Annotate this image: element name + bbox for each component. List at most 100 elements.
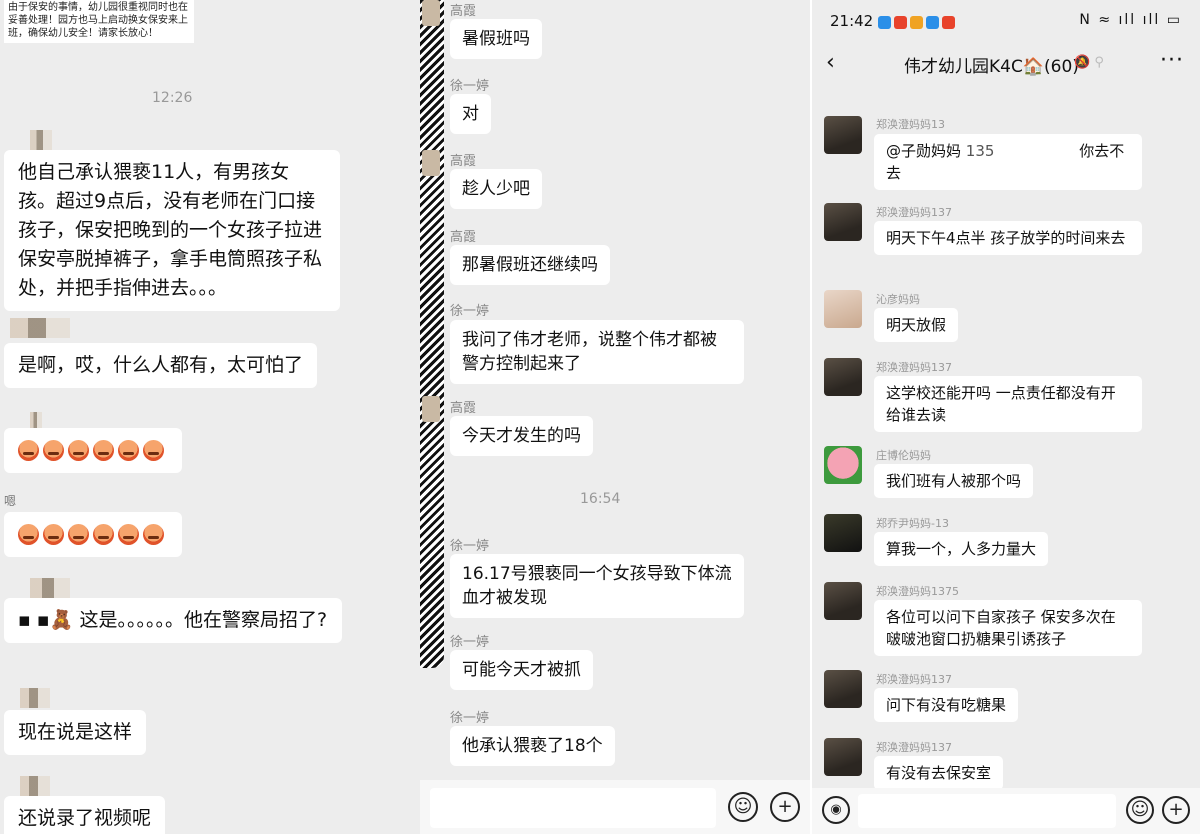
mention[interactable]: @子勋妈妈 — [886, 142, 961, 160]
angry-emoji-icon — [68, 440, 89, 461]
message-bubble[interactable]: 明天下午4点半 孩子放学的时间来去 — [874, 221, 1142, 255]
sender-name: 庄博伦妈妈 — [876, 449, 931, 462]
angry-emoji-icon — [93, 524, 114, 545]
sender-label: 嗯 — [4, 494, 17, 508]
notice-message: 由于保安的事情，幼儿园很重视同时也在妥善处理！园方也马上启动换女保安来上班，确保… — [4, 0, 194, 43]
message-bubble[interactable]: 这学校还能开吗 一点责任都没有开给谁去读 — [874, 376, 1142, 432]
avatar — [20, 776, 50, 796]
mute-icon: 🔕 ⚲ — [1074, 55, 1104, 70]
app-notification-icon — [878, 16, 891, 29]
message-bubble[interactable]: 我问了伟才老师，说整个伟才都被警方控制起来了 — [450, 320, 744, 384]
sender-name: 郑涣澄妈妈137 — [876, 361, 952, 374]
avatar — [824, 738, 862, 776]
message-bubble[interactable]: 问下有没有吃糖果 — [874, 688, 1019, 722]
message-input[interactable] — [430, 788, 716, 828]
status-icons: N ≈ ıll ıll ▭ — [1079, 12, 1182, 28]
avatar — [824, 203, 862, 241]
avatar — [824, 582, 862, 620]
voice-icon[interactable]: ◉ — [822, 796, 850, 824]
emoji-message[interactable] — [4, 428, 182, 473]
timestamp: 16:54 — [580, 491, 621, 507]
more-icon[interactable]: ··· — [1160, 48, 1184, 73]
message-bubble[interactable]: 可能今天才被抓 — [450, 650, 593, 690]
message-bubble[interactable]: 有没有去保安室 — [874, 756, 1004, 790]
chat-panel-left: 由于保安的事情，幼儿园很重视同时也在妥善处理！园方也马上启动换女保安来上班，确保… — [0, 0, 420, 834]
angry-emoji-icon — [43, 524, 64, 545]
avatar — [422, 150, 440, 176]
app-notification-icon — [942, 16, 955, 29]
message-bubble[interactable]: 16.17号猥亵同一个女孩导致下体流血才被发现 — [450, 554, 744, 618]
sender-name: 高霞 — [450, 154, 477, 169]
avatar — [824, 446, 862, 484]
angry-emoji-icon — [18, 524, 39, 545]
sender-name: 徐一婷 — [450, 635, 490, 650]
message-bubble[interactable]: 对 — [450, 94, 491, 134]
notification-icons — [878, 14, 958, 33]
sender-name: 郑涣澄妈妈13 — [876, 118, 945, 131]
add-button[interactable]: + — [1162, 796, 1190, 824]
avatar — [30, 578, 70, 598]
avatar — [824, 116, 862, 154]
torn-edge-decoration — [420, 0, 444, 668]
chat-title: 伟才幼儿园K4C🏠(60) — [904, 57, 1079, 77]
message-bubble[interactable]: 他自己承认猥亵11人，有男孩女孩。超过9点后，没有老师在门口接孩子，保安把晚到的… — [4, 150, 340, 311]
chat-panel-right: 21:42 N ≈ ıll ıll ▭ ‹ 伟才幼儿园K4C🏠(60) 🔕 ⚲ … — [812, 0, 1200, 834]
phone-number: 135 — [965, 142, 995, 160]
message-bubble[interactable]: 算我一个，人多力量大 — [874, 532, 1049, 566]
sender-name: 郑乔尹妈妈-13 — [876, 517, 949, 530]
sender-name: 郑涣澄妈妈137 — [876, 741, 952, 754]
message-bubble[interactable]: 暑假班吗 — [450, 19, 542, 59]
input-bar: ☺ + — [420, 780, 810, 834]
message-bubble[interactable]: @子勋妈妈 135 你去不去 — [874, 134, 1142, 190]
avatar — [422, 0, 440, 26]
message-bubble[interactable]: 他承认猥亵了18个 — [450, 726, 615, 766]
avatar — [422, 396, 440, 422]
emoji-message[interactable] — [4, 512, 182, 557]
sender-name: 高霞 — [450, 4, 477, 19]
timestamp: 12:26 — [152, 90, 193, 106]
avatar — [824, 358, 862, 396]
sender-name: 郑涣澄妈妈1375 — [876, 585, 959, 598]
message-input[interactable] — [858, 794, 1116, 828]
avatar — [824, 670, 862, 708]
message-bubble[interactable]: 现在说是这样 — [4, 710, 147, 755]
message-bubble[interactable]: 趁人少吧 — [450, 169, 542, 209]
message-bubble[interactable]: 各位可以问下自家孩子 保安多次在啵啵池窗口扔糖果引诱孩子 — [874, 600, 1142, 656]
avatar — [10, 318, 70, 338]
chat-panel-middle: 高霞 暑假班吗 徐一婷 对 高霞 趁人少吧 高霞 那暑假班还继续吗 徐一婷 我问… — [420, 0, 810, 834]
app-notification-icon — [926, 16, 939, 29]
sender-name: 徐一婷 — [450, 304, 490, 319]
angry-emoji-icon — [143, 440, 164, 461]
sender-name: 徐一婷 — [450, 539, 490, 554]
message-text: 这是。。。。。。他在警察局招了? — [79, 609, 328, 631]
message-bubble[interactable]: 我们班有人被那个吗 — [874, 464, 1034, 498]
sender-name: 徐一婷 — [450, 79, 490, 94]
angry-emoji-icon — [68, 524, 89, 545]
message-bubble[interactable]: 那暑假班还继续吗 — [450, 245, 610, 285]
sender-name: 郑涣澄妈妈137 — [876, 206, 952, 219]
avatar — [824, 514, 862, 552]
angry-emoji-icon — [118, 524, 139, 545]
teddy-bear-icon: ▪ ▪🧸 — [18, 609, 74, 631]
status-clock: 21:42 — [830, 12, 874, 30]
sender-name: 高霞 — [450, 401, 477, 416]
message-bubble[interactable]: 还说录了视频呢 — [4, 796, 166, 834]
sender-name: 郑涣澄妈妈137 — [876, 673, 952, 686]
add-button[interactable]: + — [770, 792, 800, 822]
emoji-button[interactable]: ☺ — [1126, 796, 1154, 824]
avatar — [824, 290, 862, 328]
sender-name: 沁彦妈妈 — [876, 293, 920, 306]
sender-name: 高霞 — [450, 230, 477, 245]
avatar — [20, 688, 50, 708]
angry-emoji-icon — [18, 440, 39, 461]
message-bubble[interactable]: 今天才发生的吗 — [450, 416, 593, 456]
angry-emoji-icon — [143, 524, 164, 545]
avatar — [30, 130, 52, 150]
angry-emoji-icon — [43, 440, 64, 461]
sender-name: 徐一婷 — [450, 711, 490, 726]
message-bubble[interactable]: 明天放假 — [874, 308, 959, 342]
message-bubble[interactable]: 是啊，哎，什么人都有，太可怕了 — [4, 343, 318, 388]
message-bubble[interactable]: ▪ ▪🧸 这是。。。。。。他在警察局招了? — [4, 598, 342, 643]
emoji-button[interactable]: ☺ — [728, 792, 758, 822]
back-icon[interactable]: ‹ — [826, 50, 835, 75]
